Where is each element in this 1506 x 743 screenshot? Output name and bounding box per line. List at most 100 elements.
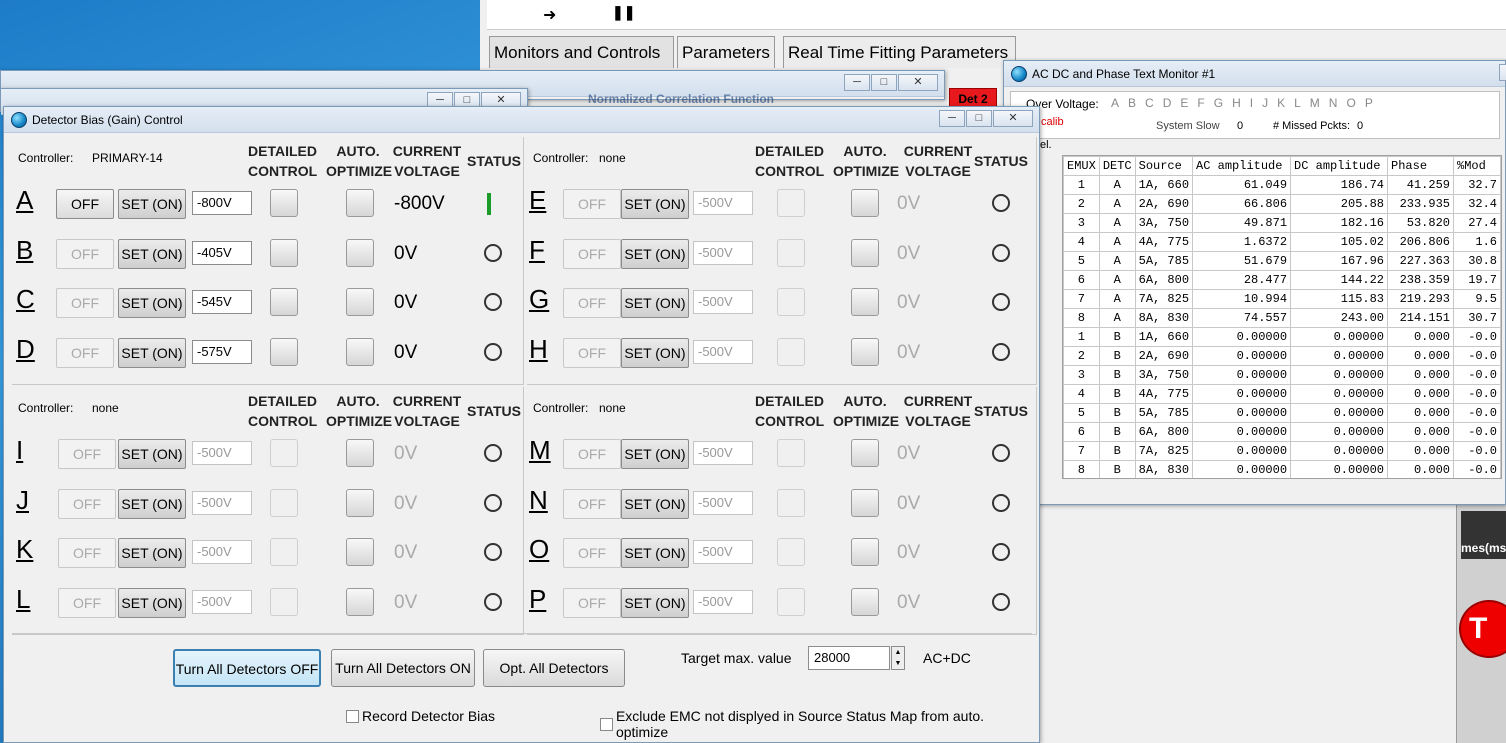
detector-m-off-button[interactable]: OFF — [563, 439, 621, 469]
detector-k-setpoint-input[interactable]: -500V — [192, 540, 252, 564]
optimize-all-button[interactable]: Opt. All Detectors — [483, 649, 625, 687]
forward-icon[interactable]: ➜ — [543, 5, 556, 25]
detector-a-set-on-button[interactable]: SET (ON) — [118, 189, 186, 219]
turn-all-off-button[interactable]: Turn All Detectors OFF — [173, 649, 321, 687]
detector-l-off-button[interactable]: OFF — [58, 587, 116, 618]
detector-d-setpoint-input[interactable]: -575V — [192, 339, 252, 364]
detector-a-setpoint-input[interactable]: -800V — [192, 191, 252, 215]
close-icon[interactable]: ✕ — [993, 110, 1033, 127]
record-detector-bias-checkbox[interactable]: Record Detector Bias — [346, 708, 495, 724]
detector-c-detailed-control-button[interactable] — [270, 288, 298, 316]
detector-a-auto-optimize-button[interactable] — [346, 189, 374, 217]
stop-button-partial[interactable]: T — [1459, 600, 1506, 658]
detector-l-set-on-button[interactable]: SET (ON) — [118, 587, 186, 618]
detector-h-off-button[interactable]: OFF — [563, 337, 621, 368]
detector-c-set-on-button[interactable]: SET (ON) — [118, 288, 186, 318]
detector-l-detailed-control-button[interactable] — [270, 587, 298, 616]
target-max-input[interactable]: 28000 — [808, 646, 890, 670]
detector-o-detailed-control-button[interactable] — [777, 538, 805, 566]
detector-n-detailed-control-button[interactable] — [777, 488, 805, 517]
detector-c-auto-optimize-button[interactable] — [346, 288, 374, 316]
detector-l-auto-optimize-button[interactable] — [346, 587, 374, 616]
detector-g-set-on-button[interactable]: SET (ON) — [621, 288, 689, 318]
checkbox-box[interactable] — [346, 709, 359, 723]
tab-parameters[interactable]: Parameters — [677, 36, 775, 68]
detector-j-off-button[interactable]: OFF — [58, 488, 116, 519]
detector-g-auto-optimize-button[interactable] — [851, 288, 879, 316]
detector-f-set-on-button[interactable]: SET (ON) — [621, 238, 689, 269]
detector-j-detailed-control-button[interactable] — [270, 488, 298, 517]
detector-f-off-button[interactable]: OFF — [563, 238, 621, 269]
detector-g-off-button[interactable]: OFF — [563, 288, 621, 318]
detector-j-auto-optimize-button[interactable] — [346, 488, 374, 517]
detector-o-setpoint-input[interactable]: -500V — [693, 540, 753, 564]
detector-j-set-on-button[interactable]: SET (ON) — [118, 488, 186, 519]
detector-f-auto-optimize-button[interactable] — [851, 238, 879, 267]
detector-h-set-on-button[interactable]: SET (ON) — [621, 337, 689, 368]
turn-all-on-button[interactable]: Turn All Detectors ON — [331, 649, 475, 687]
detector-h-detailed-control-button[interactable] — [777, 337, 805, 366]
detector-d-detailed-control-button[interactable] — [270, 337, 298, 366]
detector-i-off-button[interactable]: OFF — [58, 439, 116, 469]
detector-k-detailed-control-button[interactable] — [270, 538, 298, 566]
detector-g-setpoint-input[interactable]: -500V — [693, 290, 753, 314]
maximize-icon[interactable]: □ — [871, 74, 897, 91]
detector-d-off-button[interactable]: OFF — [56, 337, 114, 368]
detector-f-setpoint-input[interactable]: -500V — [693, 240, 753, 265]
detector-h-setpoint-input[interactable]: -500V — [693, 339, 753, 364]
detector-p-setpoint-input[interactable]: -500V — [693, 589, 753, 614]
tab-monitors-and-controls[interactable]: Monitors and Controls — [489, 36, 674, 68]
exclude-emc-checkbox[interactable]: Exclude EMC not displyed in Source Statu… — [600, 708, 1039, 740]
detector-p-off-button[interactable]: OFF — [563, 587, 621, 618]
detector-b-setpoint-input[interactable]: -405V — [192, 240, 252, 265]
detector-b-off-button[interactable]: OFF — [56, 238, 114, 269]
maximize-icon[interactable]: □ — [966, 110, 992, 127]
detector-n-off-button[interactable]: OFF — [563, 488, 621, 519]
detector-o-auto-optimize-button[interactable] — [851, 538, 879, 566]
minimize-icon[interactable]: ─ — [844, 74, 870, 91]
detector-e-off-button[interactable]: OFF — [563, 189, 621, 219]
detector-h-auto-optimize-button[interactable] — [851, 337, 879, 366]
detector-m-set-on-button[interactable]: SET (ON) — [621, 439, 689, 469]
detector-k-auto-optimize-button[interactable] — [346, 538, 374, 566]
detector-d-auto-optimize-button[interactable] — [346, 337, 374, 366]
detector-p-set-on-button[interactable]: SET (ON) — [621, 587, 689, 618]
detector-d-set-on-button[interactable]: SET (ON) — [118, 337, 186, 368]
detector-e-set-on-button[interactable]: SET (ON) — [621, 189, 689, 219]
detector-n-setpoint-input[interactable]: -500V — [693, 490, 753, 515]
detector-m-detailed-control-button[interactable] — [777, 439, 805, 467]
detector-b-auto-optimize-button[interactable] — [346, 238, 374, 267]
detector-c-setpoint-input[interactable]: -545V — [192, 290, 252, 314]
detector-a-detailed-control-button[interactable] — [270, 189, 298, 217]
detector-e-setpoint-input[interactable]: -500V — [693, 191, 753, 215]
detector-k-set-on-button[interactable]: SET (ON) — [118, 538, 186, 568]
close-icon[interactable]: ✕ — [898, 74, 938, 91]
target-max-spinner[interactable]: ▲ ▼ — [891, 646, 905, 670]
detector-b-detailed-control-button[interactable] — [270, 238, 298, 267]
minimize-icon[interactable]: ─ — [1499, 64, 1506, 81]
detector-g-detailed-control-button[interactable] — [777, 288, 805, 316]
checkbox-box[interactable] — [600, 717, 613, 731]
detector-n-auto-optimize-button[interactable] — [851, 488, 879, 517]
detector-l-setpoint-input[interactable]: -500V — [192, 589, 252, 614]
detector-m-auto-optimize-button[interactable] — [851, 439, 879, 467]
detector-n-set-on-button[interactable]: SET (ON) — [621, 488, 689, 519]
detector-i-auto-optimize-button[interactable] — [346, 439, 374, 467]
tab-real-time-fitting-parameters[interactable]: Real Time Fitting Parameters — [783, 36, 1016, 68]
detector-i-setpoint-input[interactable]: -500V — [192, 441, 252, 465]
detector-i-detailed-control-button[interactable] — [270, 439, 298, 467]
detector-j-setpoint-input[interactable]: -500V — [192, 490, 252, 515]
detector-e-detailed-control-button[interactable] — [777, 189, 805, 217]
detector-p-detailed-control-button[interactable] — [777, 587, 805, 616]
detector-e-auto-optimize-button[interactable] — [851, 189, 879, 217]
detector-b-set-on-button[interactable]: SET (ON) — [118, 238, 186, 269]
minimize-icon[interactable]: ─ — [939, 110, 965, 127]
detector-i-set-on-button[interactable]: SET (ON) — [118, 439, 186, 469]
detector-f-detailed-control-button[interactable] — [777, 238, 805, 267]
detector-a-off-button[interactable]: OFF — [56, 189, 114, 219]
detector-p-auto-optimize-button[interactable] — [851, 587, 879, 616]
detector-c-off-button[interactable]: OFF — [56, 288, 114, 318]
pause-icon[interactable]: ❚❚ — [612, 4, 635, 21]
detector-m-setpoint-input[interactable]: -500V — [693, 441, 753, 465]
detector-o-set-on-button[interactable]: SET (ON) — [621, 538, 689, 568]
